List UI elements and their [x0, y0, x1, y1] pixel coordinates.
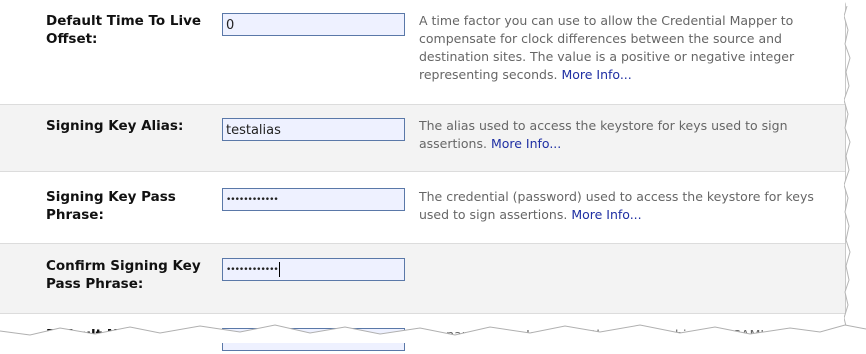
torn-edge-bottom — [0, 324, 866, 343]
more-info-link[interactable]: More Info... — [491, 136, 561, 151]
settings-row: Confirm Signing Key Pass Phrase: •••••••… — [0, 244, 845, 314]
signing-key-pass-phrase-label: Signing Key Pass Phrase: — [46, 189, 176, 223]
description-text: The alias used to access the keystore fo… — [419, 118, 788, 151]
text-caret — [278, 262, 280, 277]
signing-key-pass-phrase-input[interactable]: •••••••••••• — [222, 188, 405, 211]
confirm-signing-key-pass-phrase-label: Confirm Signing Key Pass Phrase: — [46, 258, 201, 292]
settings-row: Signing Key Alias: testalias The alias u… — [0, 105, 845, 172]
torn-edge-right — [844, 0, 866, 343]
signing-key-alias-input[interactable]: testalias — [222, 118, 405, 141]
password-mask: •••••••••••• — [226, 265, 279, 275]
confirm-signing-key-pass-phrase-input[interactable]: •••••••••••• — [222, 258, 405, 281]
signing-key-alias-description: The alias used to access the keystore fo… — [419, 117, 819, 153]
signing-key-pass-phrase-description: The credential (password) used to access… — [419, 188, 819, 224]
settings-panel: Default Time To Live Offset: 0 A time fa… — [0, 0, 846, 351]
default-ttl-offset-description: A time factor you can use to allow the C… — [419, 12, 819, 84]
settings-row: Default Time To Live Offset: 0 A time fa… — [0, 0, 845, 105]
default-ttl-offset-input[interactable]: 0 — [222, 13, 405, 36]
settings-row: Signing Key Pass Phrase: •••••••••••• Th… — [0, 172, 845, 244]
default-ttl-offset-label: Default Time To Live Offset: — [46, 13, 202, 47]
more-info-link[interactable]: More Info... — [571, 207, 641, 222]
signing-key-alias-label: Signing Key Alias: — [46, 118, 184, 134]
more-info-link[interactable]: More Info... — [561, 67, 631, 82]
